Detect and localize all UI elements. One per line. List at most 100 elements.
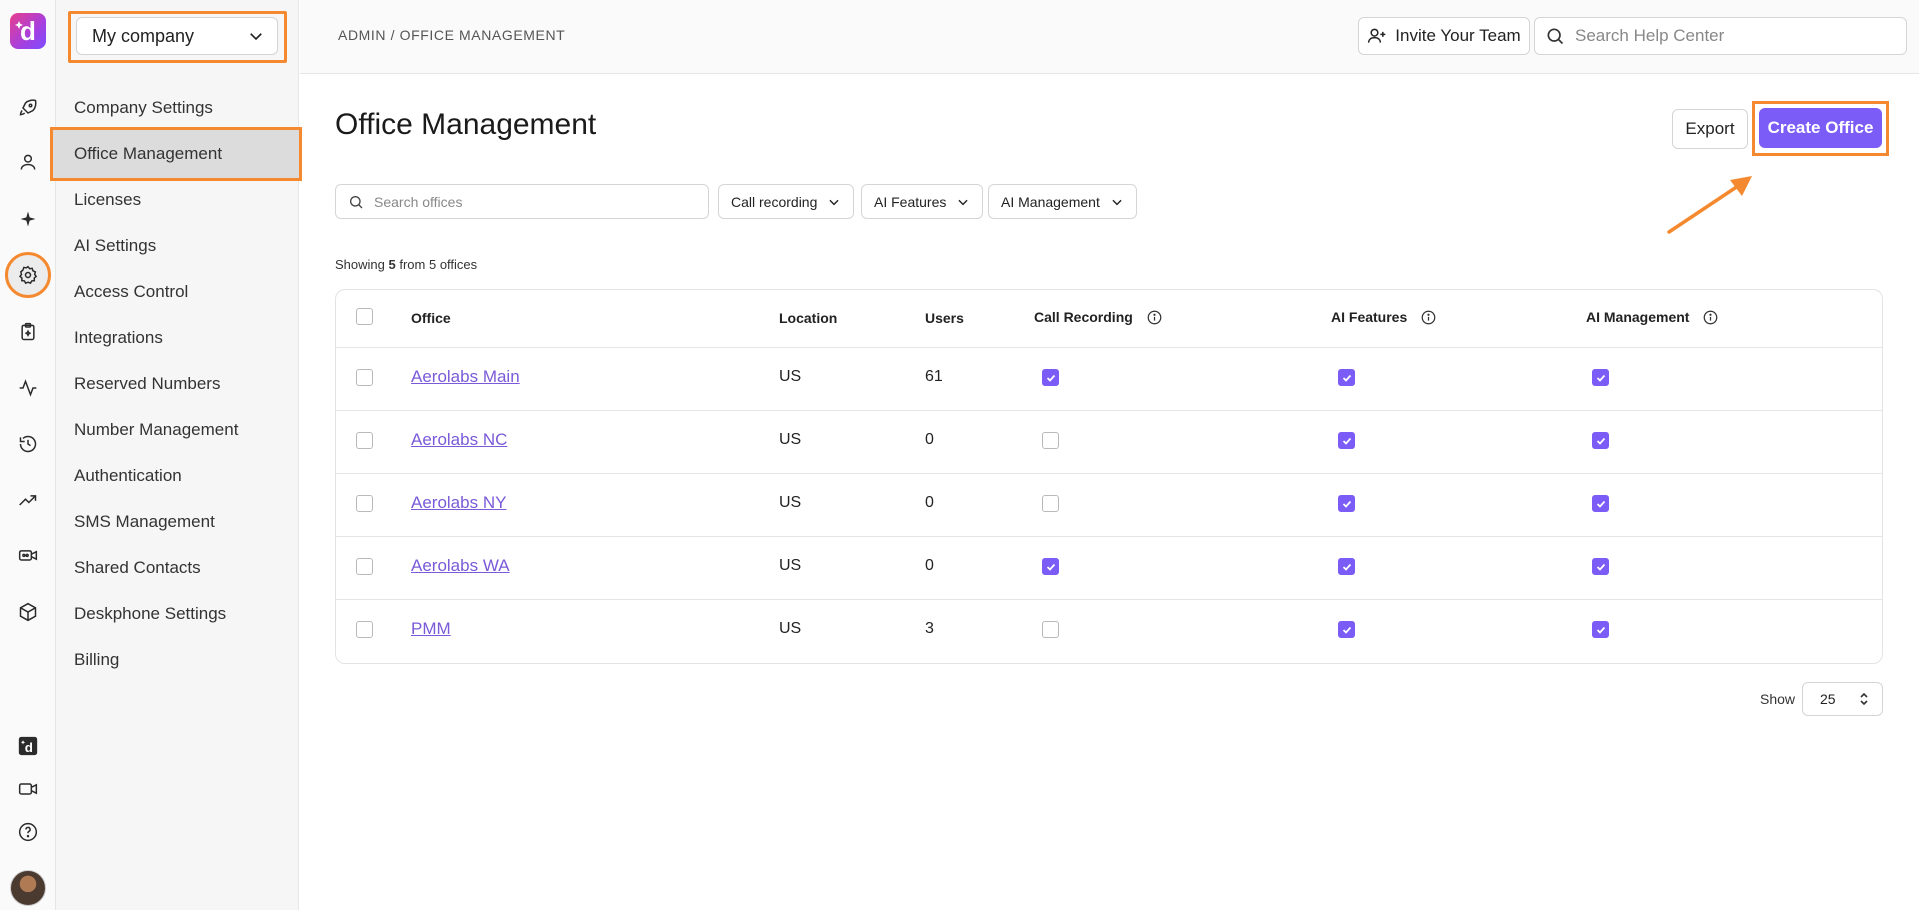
- ai-features-checkbox[interactable]: [1338, 369, 1355, 386]
- results-shown: 5: [388, 257, 396, 272]
- sidebar-item-authentication[interactable]: Authentication: [74, 464, 182, 488]
- filter-label: Call recording: [731, 193, 818, 210]
- sidebar-item-ai-settings[interactable]: AI Settings: [74, 234, 156, 258]
- icon-rail: d d: [0, 0, 56, 910]
- office-link[interactable]: Aerolabs NY: [411, 493, 506, 513]
- table-row: Aerolabs WA US 0: [336, 537, 1882, 600]
- app-logo-icon[interactable]: d: [10, 13, 46, 49]
- ai-management-checkbox[interactable]: [1592, 432, 1609, 449]
- call-recording-checkbox[interactable]: [1042, 621, 1059, 638]
- ai-management-checkbox[interactable]: [1592, 621, 1609, 638]
- person-icon[interactable]: [16, 150, 40, 174]
- info-icon[interactable]: [1703, 310, 1718, 325]
- column-header-ai-features[interactable]: AI Features: [1331, 309, 1436, 325]
- column-header-call-recording[interactable]: Call Recording: [1034, 309, 1162, 325]
- filter-label: AI Features: [874, 193, 947, 210]
- sparkle-icon[interactable]: [16, 207, 40, 231]
- search-offices-placeholder: Search offices: [374, 193, 463, 210]
- offices-table: Office Location Users Call Recording AI …: [335, 289, 1883, 664]
- rocket-icon[interactable]: [16, 96, 40, 120]
- search-offices-input[interactable]: Search offices: [335, 184, 709, 219]
- office-users: 61: [925, 368, 943, 385]
- select-all-checkbox[interactable]: [356, 308, 373, 325]
- call-recording-checkbox[interactable]: [1042, 495, 1059, 512]
- ai-features-checkbox[interactable]: [1338, 432, 1355, 449]
- column-header-label: AI Management: [1586, 309, 1690, 325]
- sidebar-item-company-settings[interactable]: Company Settings: [74, 96, 213, 120]
- invite-team-button[interactable]: Invite Your Team: [1358, 17, 1530, 55]
- filter-ai-management[interactable]: AI Management: [988, 184, 1137, 219]
- office-link[interactable]: Aerolabs WA: [411, 556, 510, 576]
- row-select-checkbox[interactable]: [356, 558, 373, 575]
- invite-team-label: Invite Your Team: [1395, 26, 1521, 45]
- search-icon: [350, 195, 363, 208]
- clipboard-icon[interactable]: [16, 320, 40, 344]
- video-bot-icon[interactable]: [16, 543, 40, 567]
- office-users: 0: [925, 557, 934, 574]
- office-link[interactable]: Aerolabs NC: [411, 430, 507, 450]
- column-header-users[interactable]: Users: [925, 310, 964, 326]
- ai-features-checkbox[interactable]: [1338, 621, 1355, 638]
- chevron-down-icon: [829, 199, 839, 205]
- sidebar-item-shared-contacts[interactable]: Shared Contacts: [74, 556, 201, 580]
- row-select-checkbox[interactable]: [356, 369, 373, 386]
- info-icon[interactable]: [1421, 310, 1436, 325]
- filter-call-recording[interactable]: Call recording: [718, 184, 855, 219]
- activity-icon[interactable]: [16, 376, 40, 400]
- row-select-checkbox[interactable]: [356, 621, 373, 638]
- ai-features-checkbox[interactable]: [1338, 558, 1355, 575]
- sidebar-item-licenses[interactable]: Licenses: [74, 188, 141, 212]
- results-prefix: Showing: [335, 257, 385, 272]
- table-row: PMM US 3: [336, 600, 1882, 663]
- ai-management-checkbox[interactable]: [1592, 495, 1609, 512]
- ai-management-checkbox[interactable]: [1592, 369, 1609, 386]
- office-link[interactable]: Aerolabs Main: [411, 367, 520, 387]
- history-icon[interactable]: [16, 432, 40, 456]
- office-location: US: [779, 368, 802, 385]
- help-icon[interactable]: [16, 820, 40, 844]
- call-recording-checkbox[interactable]: [1042, 432, 1059, 449]
- column-header-office[interactable]: Office: [411, 310, 451, 326]
- sidebar-item-number-management[interactable]: Number Management: [74, 418, 238, 442]
- results-count: Showing 5 from 5 offices: [335, 257, 477, 272]
- company-selector-label: My company: [92, 25, 195, 46]
- info-icon[interactable]: [1147, 310, 1162, 325]
- results-total: from 5 offices: [399, 257, 478, 272]
- office-users: 0: [925, 431, 934, 448]
- sidebar-item-integrations[interactable]: Integrations: [74, 326, 163, 350]
- sidebar-item-access-control[interactable]: Access Control: [74, 280, 188, 304]
- sidebar-item-deskphone-settings[interactable]: Deskphone Settings: [74, 602, 226, 626]
- column-header-ai-management[interactable]: AI Management: [1586, 309, 1718, 325]
- export-button[interactable]: Export: [1672, 109, 1748, 149]
- create-office-button[interactable]: Create Office: [1759, 108, 1882, 148]
- pointer-arrow-icon: [1667, 176, 1752, 234]
- office-link[interactable]: PMM: [411, 619, 451, 639]
- video-icon[interactable]: [16, 777, 40, 801]
- sidebar-item-office-management[interactable]: Office Management: [74, 142, 222, 166]
- sidebar-item-reserved-numbers[interactable]: Reserved Numbers: [74, 372, 220, 396]
- table-row: Aerolabs Main US 61: [336, 348, 1882, 411]
- search-icon: [1547, 28, 1564, 45]
- column-header-label: Call Recording: [1034, 309, 1133, 325]
- sidebar-item-billing[interactable]: Billing: [74, 648, 119, 672]
- avatar[interactable]: [10, 870, 46, 906]
- call-recording-checkbox[interactable]: [1042, 369, 1059, 386]
- trending-icon[interactable]: [16, 488, 40, 512]
- office-location: US: [779, 557, 802, 574]
- ai-features-checkbox[interactable]: [1338, 495, 1355, 512]
- app-logo-icon[interactable]: d: [16, 734, 40, 758]
- filter-ai-features[interactable]: AI Features: [861, 184, 984, 219]
- call-recording-checkbox[interactable]: [1042, 558, 1059, 575]
- column-header-location[interactable]: Location: [779, 310, 837, 326]
- gear-icon[interactable]: [16, 263, 40, 287]
- row-select-checkbox[interactable]: [356, 495, 373, 512]
- sidebar-item-sms-management[interactable]: SMS Management: [74, 510, 215, 534]
- page-size-select[interactable]: 25: [1802, 682, 1883, 716]
- chevron-down-icon: [250, 33, 262, 41]
- page-size-value: 25: [1820, 691, 1836, 707]
- row-select-checkbox[interactable]: [356, 432, 373, 449]
- cube-icon[interactable]: [16, 600, 40, 624]
- company-selector[interactable]: My company: [76, 17, 278, 55]
- ai-management-checkbox[interactable]: [1592, 558, 1609, 575]
- help-center-search[interactable]: Search Help Center: [1534, 17, 1907, 55]
